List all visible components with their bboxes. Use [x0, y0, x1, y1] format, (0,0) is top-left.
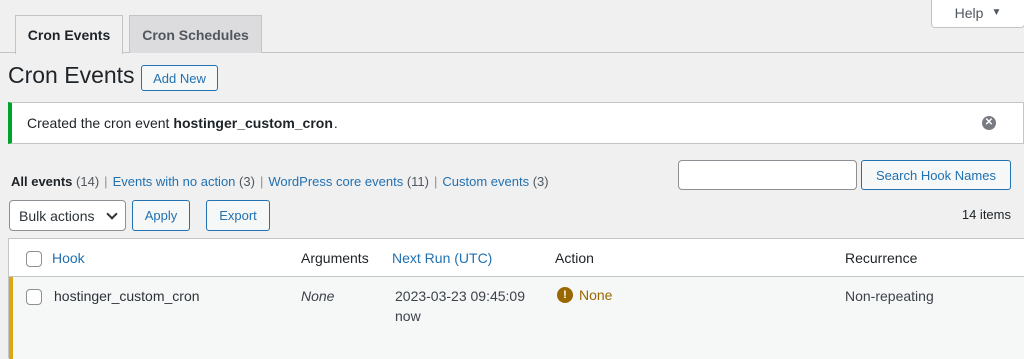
arguments-value: None [301, 288, 335, 304]
column-action: Action [555, 250, 594, 266]
filter-label: Events with no action [112, 174, 236, 189]
filter-count: (3) [239, 174, 255, 189]
event-filters: All events (14) | Events with no action (3… [11, 174, 549, 189]
column-next-run[interactable]: Next Run (UTC) [392, 250, 492, 266]
search-hook-names-button[interactable]: Search Hook Names [861, 160, 1011, 190]
items-count: 14 items [961, 207, 1011, 222]
hook-name[interactable]: hostinger_custom_cron [54, 288, 200, 304]
filter-custom-events[interactable]: Custom events (3) [442, 174, 548, 189]
dismiss-icon[interactable]: ✕ [982, 116, 996, 130]
column-arguments: Arguments [301, 250, 369, 266]
add-new-button[interactable]: Add New [141, 65, 218, 91]
export-button[interactable]: Export [206, 200, 270, 231]
select-all-checkbox[interactable] [26, 251, 42, 267]
filter-no-action[interactable]: Events with no action (3) [113, 174, 255, 189]
cron-events-table: Hook Arguments Next Run (UTC) Action Rec… [8, 238, 1024, 359]
notice-period: . [333, 115, 338, 131]
nav-tabs: Cron Events Cron Schedules [0, 15, 1024, 54]
page-title: Cron Events [8, 62, 135, 88]
apply-button[interactable]: Apply [132, 200, 190, 231]
table-header: Hook Arguments Next Run (UTC) Action Rec… [9, 239, 1024, 277]
notice-text: Created the cron event [27, 115, 170, 131]
bulk-actions-value: Bulk actions [19, 207, 95, 224]
filter-count: (11) [406, 174, 429, 189]
next-run-relative: now [395, 308, 421, 324]
notice-hook-name: hostinger_custom_cron [173, 115, 333, 131]
bulk-actions-select[interactable]: Bulk actions [9, 200, 126, 231]
search-input[interactable] [678, 160, 857, 190]
filter-separator: | [259, 174, 264, 189]
filter-core-events[interactable]: WordPress core events (11) [268, 174, 429, 189]
tab-cron-schedules[interactable]: Cron Schedules [129, 15, 262, 53]
success-notice: Created the cron event hostinger_custom_… [8, 102, 1024, 144]
filter-count: (14) [76, 174, 100, 189]
filter-separator: | [104, 174, 108, 189]
filter-label: Custom events [442, 174, 530, 189]
column-recurrence: Recurrence [845, 250, 918, 266]
column-hook[interactable]: Hook [52, 250, 85, 266]
action-cell: ! None [557, 287, 612, 303]
row-checkbox[interactable] [26, 289, 42, 305]
filter-label: All events [11, 174, 73, 189]
filter-separator: | [433, 174, 438, 189]
chevron-down-icon [106, 208, 118, 220]
next-run-datetime: 2023-03-23 09:45:09 [395, 288, 525, 304]
warning-icon: ! [557, 287, 573, 303]
filter-all-events[interactable]: All events (14) [11, 174, 99, 189]
filter-count: (3) [532, 174, 549, 189]
tab-cron-events[interactable]: Cron Events [15, 15, 123, 54]
action-value: None [579, 287, 613, 303]
filter-label: WordPress core events [268, 174, 404, 189]
recurrence-value: Non-repeating [845, 288, 934, 304]
table-row: hostinger_custom_cron None 2023-03-23 09… [9, 277, 1024, 359]
